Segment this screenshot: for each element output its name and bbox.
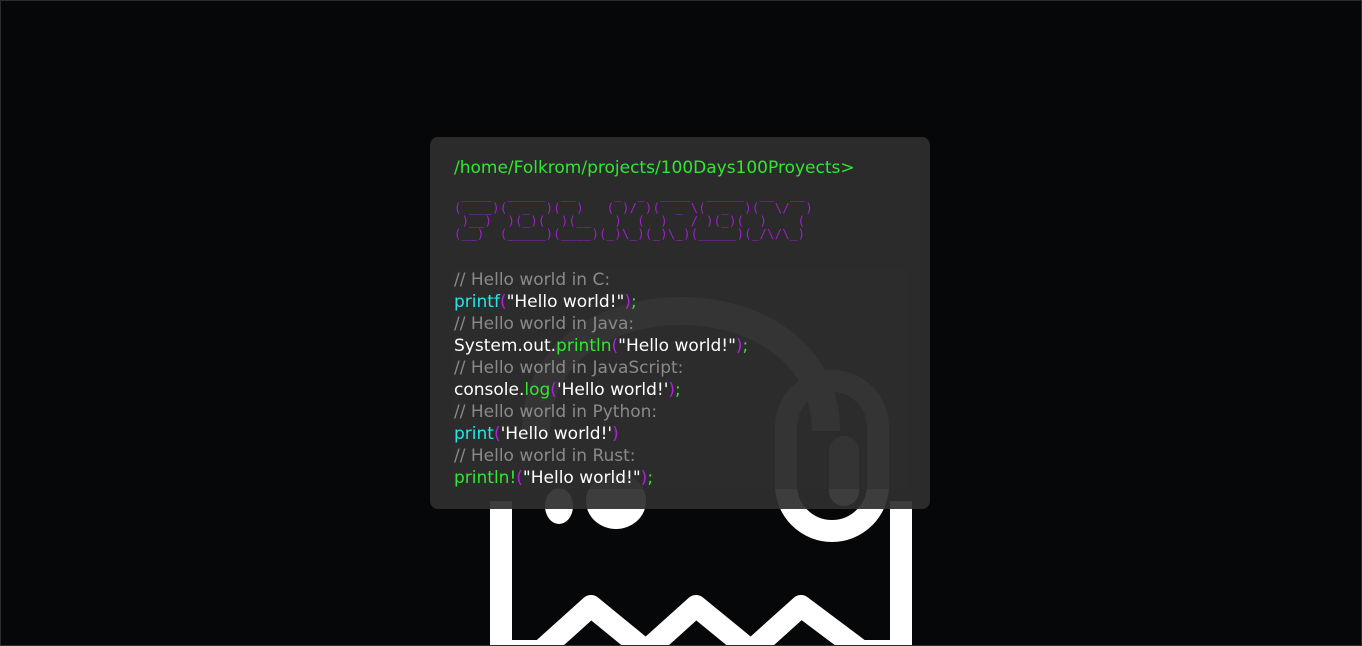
code-paren-close: ) <box>624 292 631 312</box>
code-line: console.log('Hello world!'); <box>454 379 909 401</box>
code-paren-close: ) <box>612 424 619 444</box>
code-function: println <box>556 336 612 356</box>
terminal-window: /home/Folkrom/projects/100Days100Proyect… <box>430 137 930 509</box>
code-semicolon: ; <box>675 380 681 400</box>
code-prefix: console. <box>454 380 525 400</box>
terminal-prompt[interactable]: /home/Folkrom/projects/100Days100Proyect… <box>454 157 909 179</box>
code-string: 'Hello world!' <box>500 424 613 444</box>
ascii-line: ____ _____ __ _ _ ____ _____ __ __ <box>454 188 813 202</box>
code-function: print <box>454 424 494 444</box>
code-line: printf("Hello world!"); <box>454 291 909 313</box>
prompt-path: /home/Folkrom/projects/100Days100Proyect… <box>454 158 855 178</box>
code-function: log <box>524 380 551 400</box>
code-function: println! <box>454 468 517 488</box>
code-comment: // Hello world in Python: <box>454 402 658 422</box>
code-line: System.out.println("Hello world!"); <box>454 335 909 357</box>
code-paren-open: ( <box>516 468 523 488</box>
ascii-line: )__) )(_)( )(__ ) ( ) / )(_)( ) ( <box>454 214 813 228</box>
code-string: "Hello world!" <box>522 468 641 488</box>
page-background: /home/Folkrom/projects/100Days100Proyect… <box>0 0 1362 646</box>
code-paren-open: ( <box>493 424 501 444</box>
code-comment: // Hello world in JavaScript: <box>454 358 684 378</box>
code-prefix: System.out. <box>454 336 557 356</box>
code-function: printf <box>454 292 500 312</box>
code-block: // Hello world in C: printf("Hello world… <box>454 269 909 489</box>
code-semicolon: ; <box>742 336 749 356</box>
code-string: 'Hello world!' <box>556 380 669 400</box>
code-comment: // Hello world in Java: <box>454 314 635 334</box>
ascii-line: ( ___)( _ )( ) ( )/ )( _ \( _ )( \/ ) <box>454 201 813 215</box>
code-line: print('Hello world!') <box>454 423 909 445</box>
code-paren-close: ) <box>735 336 743 356</box>
code-comment: // Hello world in Rust: <box>454 446 636 466</box>
code-semicolon: ; <box>630 292 637 312</box>
code-string: "Hello world!" <box>506 292 625 312</box>
code-paren-open: ( <box>499 292 507 312</box>
code-paren-open: ( <box>550 380 557 400</box>
code-comment: // Hello world in C: <box>454 270 611 290</box>
ascii-line: (__) (_____)(____)(_)\_)(_)\_)(_____)(_/… <box>454 227 806 241</box>
code-line: println!("Hello world!"); <box>454 467 909 489</box>
code-string: "Hello world!" <box>618 336 736 356</box>
code-semicolon: ; <box>647 468 654 488</box>
ascii-banner: ____ _____ __ _ _ ____ _____ __ __ ( ___… <box>454 189 813 241</box>
